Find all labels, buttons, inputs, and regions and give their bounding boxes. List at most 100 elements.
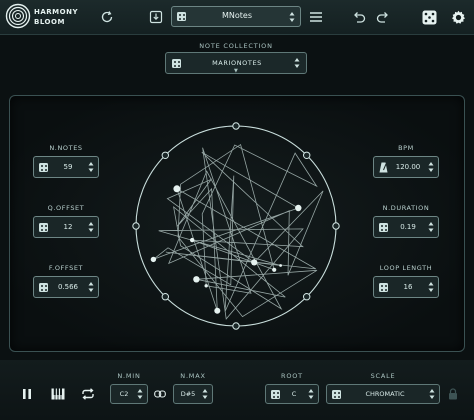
- note-dot: [272, 267, 277, 272]
- randomize-preset-dice-icon[interactable]: [177, 12, 186, 21]
- ring-handle[interactable]: [161, 293, 169, 301]
- dice-icon[interactable]: [39, 223, 48, 232]
- up-down-arrows-icon[interactable]: [88, 281, 94, 293]
- note-connection-lines: [153, 143, 324, 320]
- n-notes-field[interactable]: 59: [33, 156, 99, 178]
- app-name-line1: HARMONY: [34, 8, 79, 16]
- randomize-collection-dice-icon[interactable]: [172, 59, 181, 68]
- dice-icon: [422, 10, 436, 24]
- ring-handle[interactable]: [303, 151, 311, 159]
- ring-handle[interactable]: [132, 222, 140, 230]
- undo-button[interactable]: [348, 6, 370, 28]
- up-down-arrows-icon[interactable]: [308, 388, 314, 400]
- preset-name: MNotes: [221, 11, 252, 20]
- app-logo-text: HARMONY BLOOM: [34, 7, 78, 27]
- lock-icon: [449, 388, 457, 400]
- redo-button[interactable]: [372, 6, 394, 28]
- dice-icon[interactable]: [271, 390, 280, 399]
- harmony-circle-visualization[interactable]: [130, 120, 342, 332]
- ring-handle[interactable]: [303, 293, 311, 301]
- bottom-bar: N.MIN C2 N.MAX D#5 ROOT C SCALE CHROMATI…: [0, 360, 474, 420]
- top-bar: HARMONY BLOOM MNotes: [0, 0, 474, 35]
- up-down-arrows-icon[interactable]: [428, 221, 434, 233]
- n-notes-value: 59: [63, 163, 73, 171]
- piano-keys-icon: [51, 388, 65, 400]
- link-range-button[interactable]: [153, 387, 167, 401]
- loop-length-value: 16: [403, 283, 413, 291]
- note-dot: [204, 284, 208, 288]
- note-dot: [173, 185, 181, 193]
- loop-length-title: LOOP LENGTH: [379, 264, 433, 272]
- up-down-arrows-icon[interactable]: [289, 11, 295, 23]
- ring-handle[interactable]: [232, 322, 240, 330]
- dice-icon[interactable]: [39, 163, 48, 172]
- logo-spiral-icon: [5, 3, 31, 29]
- note-dot: [214, 307, 221, 314]
- n-max-title: N.MAX: [180, 372, 206, 380]
- n-min-select[interactable]: C2: [110, 384, 148, 404]
- dice-icon[interactable]: [39, 283, 48, 292]
- pause-button[interactable]: [20, 387, 34, 401]
- q-offset-field[interactable]: 12: [33, 216, 99, 238]
- up-down-arrows-icon[interactable]: [428, 161, 434, 173]
- q-offset-title: Q.OFFSET: [47, 204, 85, 212]
- up-down-arrows-icon[interactable]: [202, 388, 208, 400]
- n-min-title: N.MIN: [117, 372, 141, 380]
- lock-button[interactable]: [446, 386, 460, 402]
- gear-icon: [451, 10, 465, 24]
- n-max-value: D#5: [180, 390, 196, 398]
- n-notes-title: N.NOTES: [49, 144, 83, 152]
- bpm-field[interactable]: 120.00: [373, 156, 439, 178]
- note-path-line: [153, 143, 324, 320]
- metronome-icon[interactable]: [379, 162, 388, 173]
- link-icon: [154, 390, 166, 398]
- up-down-arrows-icon[interactable]: [428, 281, 434, 293]
- dice-icon[interactable]: [379, 283, 388, 292]
- undo-icon: [354, 12, 366, 23]
- scale-title: SCALE: [370, 372, 396, 380]
- loop-length-field[interactable]: 16: [373, 276, 439, 298]
- dice-icon[interactable]: [332, 390, 341, 399]
- f-offset-value: 0.566: [57, 283, 79, 291]
- up-down-arrows-icon[interactable]: [88, 161, 94, 173]
- menu-button[interactable]: [305, 6, 327, 28]
- up-down-arrows-icon[interactable]: [137, 388, 143, 400]
- note-dot: [295, 204, 302, 212]
- piano-button[interactable]: [50, 387, 66, 401]
- n-duration-field[interactable]: 0.19: [373, 216, 439, 238]
- note-collection-title: NOTE COLLECTION: [199, 42, 273, 50]
- save-button[interactable]: [145, 6, 167, 28]
- pause-icon: [23, 389, 31, 399]
- root-title: ROOT: [281, 372, 303, 380]
- loop-icon: [82, 388, 94, 400]
- preset-select[interactable]: MNotes: [171, 6, 301, 27]
- q-offset-value: 12: [63, 223, 73, 231]
- bpm-value: 120.00: [395, 163, 421, 171]
- scale-select[interactable]: CHROMATIC: [326, 384, 440, 404]
- note-dot: [190, 237, 195, 243]
- app-name-line2: BLOOM: [34, 18, 65, 26]
- note-collection-select[interactable]: MARIONOTES ▼: [165, 52, 307, 74]
- f-offset-field[interactable]: 0.566: [33, 276, 99, 298]
- save-icon: [149, 10, 163, 24]
- redo-icon: [376, 12, 388, 23]
- f-offset-title: F.OFFSET: [48, 264, 84, 272]
- note-dot: [150, 256, 157, 263]
- settings-button[interactable]: [447, 6, 469, 28]
- chevron-down-icon: ▼: [234, 68, 238, 74]
- n-duration-value: 0.19: [400, 223, 416, 231]
- ring-handle[interactable]: [232, 122, 240, 130]
- randomize-all-button[interactable]: [418, 6, 440, 28]
- ring-handle[interactable]: [332, 222, 340, 230]
- up-down-arrows-icon[interactable]: [294, 57, 300, 69]
- root-select[interactable]: C: [265, 384, 319, 404]
- up-down-arrows-icon[interactable]: [88, 221, 94, 233]
- dice-icon[interactable]: [379, 223, 388, 232]
- scale-value: CHROMATIC: [365, 390, 405, 398]
- n-min-value: C2: [119, 390, 129, 398]
- ring-handle[interactable]: [161, 151, 169, 159]
- refresh-button[interactable]: [96, 6, 118, 28]
- loop-button[interactable]: [80, 387, 96, 401]
- up-down-arrows-icon[interactable]: [429, 388, 435, 400]
- n-max-select[interactable]: D#5: [173, 384, 213, 404]
